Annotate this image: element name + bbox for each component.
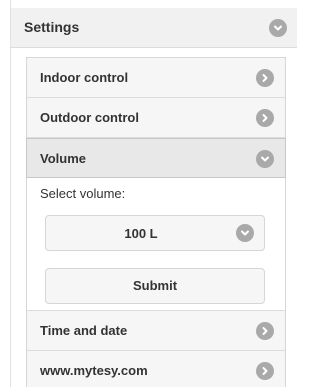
menu-item-outdoor-control[interactable]: Outdoor control [27,98,285,138]
settings-screen: Settings Indoor control Outdoor control … [0,0,297,387]
chevron-right-icon [256,362,274,380]
menu-item-indoor-control[interactable]: Indoor control [27,58,285,98]
volume-section: Select volume: 100 L Submit [27,178,285,311]
menu-item-time-and-date[interactable]: Time and date [27,311,285,351]
menu-item-label: www.mytesy.com [40,363,148,378]
menu-item-mytesy-link[interactable]: www.mytesy.com [27,351,285,387]
menu-item-label: Indoor control [40,70,129,85]
chevron-down-icon [256,150,274,168]
menu-item-label: Volume [40,151,86,166]
chevron-down-icon [269,19,287,37]
submit-button[interactable]: Submit [45,268,265,304]
chevron-right-icon [256,109,274,127]
chevron-down-icon [236,224,254,242]
volume-prompt: Select volume: [40,186,126,201]
volume-select[interactable]: 100 L [45,215,265,251]
chevron-right-icon [256,69,274,87]
chevron-right-icon [256,322,274,340]
settings-panel: Indoor control Outdoor control Volume Se… [26,57,286,387]
settings-header[interactable]: Settings [11,8,297,48]
menu-item-volume[interactable]: Volume [26,138,286,178]
menu-item-label: Outdoor control [40,110,139,125]
menu-item-label: Time and date [40,323,128,338]
settings-title: Settings [24,19,80,35]
volume-select-value: 100 L [124,226,158,241]
left-divider [10,0,11,387]
